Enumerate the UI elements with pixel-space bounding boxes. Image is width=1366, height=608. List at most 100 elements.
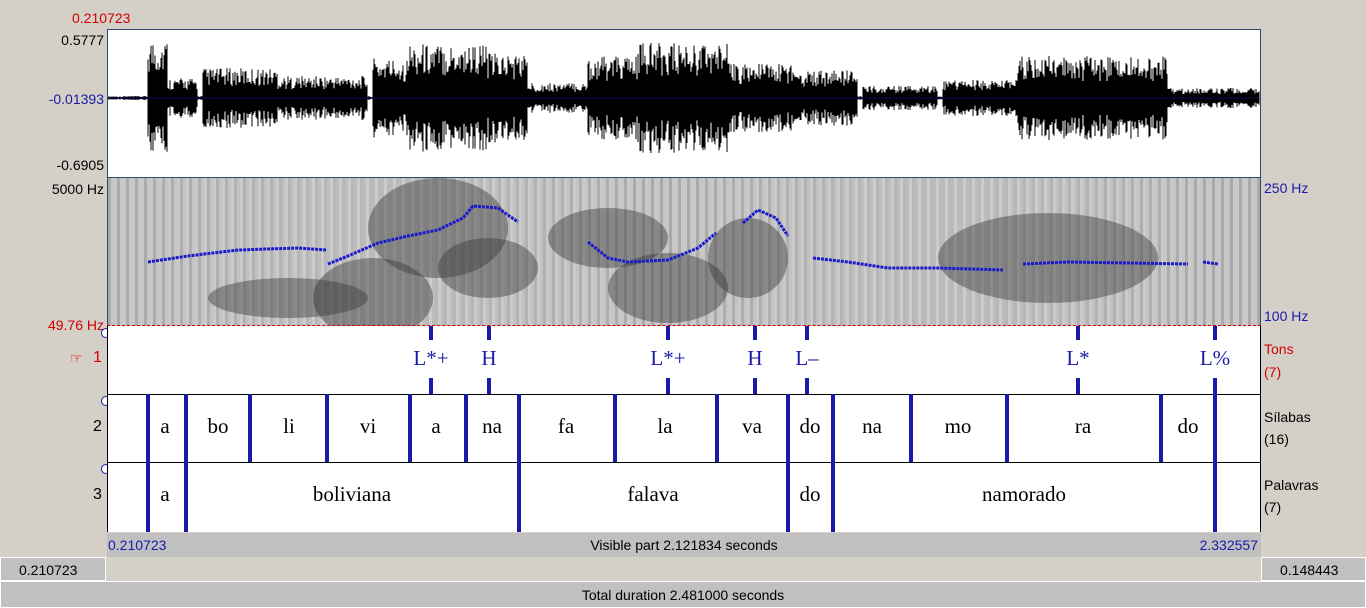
spectrogram-texture — [804, 178, 807, 326]
spectrogram-texture — [906, 178, 909, 326]
spectrogram-texture — [195, 178, 198, 326]
syllable-boundary[interactable] — [517, 394, 521, 462]
word-boundary[interactable] — [1213, 462, 1217, 532]
pitch-min-label: 100 Hz — [1264, 308, 1309, 324]
tone-point[interactable] — [1213, 326, 1217, 340]
spectrogram-texture — [909, 178, 912, 326]
syllable-boundary[interactable] — [184, 394, 188, 462]
visible-end-time: 2.332557 — [1199, 537, 1258, 553]
syllable-label[interactable]: ra — [1075, 414, 1091, 439]
spectrogram-texture — [876, 178, 879, 326]
syllable-label[interactable]: a — [431, 414, 440, 439]
word-label[interactable]: a — [160, 482, 169, 507]
spectrogram-texture — [900, 178, 903, 326]
tone-label[interactable]: L*+ — [413, 346, 448, 371]
word-boundary[interactable] — [831, 462, 835, 532]
right-offset-time: 0.148443 — [1280, 562, 1339, 578]
word-boundary[interactable] — [146, 462, 150, 532]
tier-2-name: Sílabas — [1264, 409, 1311, 425]
syllable-boundary[interactable] — [464, 394, 468, 462]
tier-separator — [108, 394, 1260, 395]
spectrogram-texture — [1176, 178, 1179, 326]
visible-part-bar[interactable]: 0.210723 Visible part 2.121834 seconds 2… — [107, 533, 1261, 557]
syllable-boundary[interactable] — [613, 394, 617, 462]
tone-point[interactable] — [1076, 326, 1080, 340]
tone-label[interactable]: H — [747, 346, 762, 371]
tone-label[interactable]: L% — [1200, 346, 1230, 371]
spectrogram-texture — [1197, 178, 1200, 326]
tier-2-number: 2 — [93, 418, 102, 435]
word-label[interactable]: do — [800, 482, 821, 507]
spectrogram-texture — [1203, 178, 1206, 326]
syllable-boundary[interactable] — [408, 394, 412, 462]
tone-point[interactable] — [753, 326, 757, 340]
word-label[interactable]: boliviana — [313, 482, 391, 507]
word-boundary[interactable] — [184, 462, 188, 532]
syllable-boundary[interactable] — [786, 394, 790, 462]
syllable-boundary[interactable] — [1005, 394, 1009, 462]
tone-point[interactable] — [805, 326, 809, 340]
tone-label[interactable]: L* — [1066, 346, 1089, 371]
spectrogram-texture — [180, 178, 183, 326]
tone-point[interactable] — [805, 378, 809, 394]
tone-point[interactable] — [1213, 378, 1217, 394]
tone-label[interactable]: H — [481, 346, 496, 371]
syllable-label[interactable]: li — [283, 414, 295, 439]
cursor-time: 0.210723 — [72, 10, 131, 26]
spectrogram-texture — [936, 178, 939, 326]
spectrogram-panel[interactable] — [107, 178, 1261, 326]
spectrogram-texture — [918, 178, 921, 326]
word-label[interactable]: namorado — [982, 482, 1066, 507]
left-offset-bar[interactable]: 0.210723 — [0, 557, 106, 581]
syllable-boundary[interactable] — [715, 394, 719, 462]
right-offset-bar[interactable]: 0.148443 — [1261, 557, 1366, 581]
syllable-boundary[interactable] — [831, 394, 835, 462]
syllable-label[interactable]: na — [862, 414, 882, 439]
tone-point[interactable] — [753, 378, 757, 394]
tone-point[interactable] — [429, 326, 433, 340]
syllable-label[interactable]: la — [657, 414, 672, 439]
tone-label[interactable]: L*+ — [650, 346, 685, 371]
tone-label[interactable]: L– — [795, 346, 818, 371]
syllable-boundary[interactable] — [248, 394, 252, 462]
syllable-label[interactable]: mo — [945, 414, 972, 439]
syllable-label[interactable]: vi — [360, 414, 376, 439]
spectrogram-texture — [1167, 178, 1170, 326]
total-duration-bar[interactable]: Total duration 2.481000 seconds — [0, 581, 1366, 608]
word-boundary[interactable] — [786, 462, 790, 532]
syllable-label[interactable]: a — [160, 414, 169, 439]
spectrogram-texture — [546, 178, 549, 326]
waveform-panel[interactable] — [107, 29, 1261, 178]
syllable-label[interactable]: do — [800, 414, 821, 439]
textgrid-tiers[interactable]: L*+ H L*+ H L– L* L% a bo li vi a na fa … — [107, 326, 1261, 532]
left-offset-time: 0.210723 — [19, 562, 78, 578]
tone-point[interactable] — [429, 378, 433, 394]
spectrogram-texture — [156, 178, 159, 326]
syllable-label[interactable]: bo — [208, 414, 229, 439]
tone-point[interactable] — [1076, 378, 1080, 394]
spectrogram-texture — [159, 178, 162, 326]
tone-point[interactable] — [666, 326, 670, 340]
word-boundary[interactable] — [517, 462, 521, 532]
tone-point[interactable] — [487, 326, 491, 340]
spectrogram-texture — [201, 178, 204, 326]
tone-point[interactable] — [487, 378, 491, 394]
syllable-label[interactable]: do — [1178, 414, 1199, 439]
spectrogram-texture — [1161, 178, 1164, 326]
tier-1-number: 1 — [93, 349, 102, 366]
spectrogram-texture — [552, 178, 555, 326]
syllable-label[interactable]: va — [742, 414, 762, 439]
syllable-label[interactable]: fa — [558, 414, 574, 439]
spectrogram-texture — [537, 178, 540, 326]
spectrogram-texture — [1248, 178, 1251, 326]
spectrogram-texture — [873, 178, 876, 326]
tone-point[interactable] — [666, 378, 670, 394]
syllable-boundary[interactable] — [1159, 394, 1163, 462]
syllable-boundary[interactable] — [146, 394, 150, 462]
syllable-boundary[interactable] — [325, 394, 329, 462]
syllable-boundary[interactable] — [909, 394, 913, 462]
spectrogram-texture — [930, 178, 933, 326]
word-label[interactable]: falava — [627, 482, 678, 507]
syllable-label[interactable]: na — [482, 414, 502, 439]
syllable-boundary[interactable] — [1213, 394, 1217, 462]
